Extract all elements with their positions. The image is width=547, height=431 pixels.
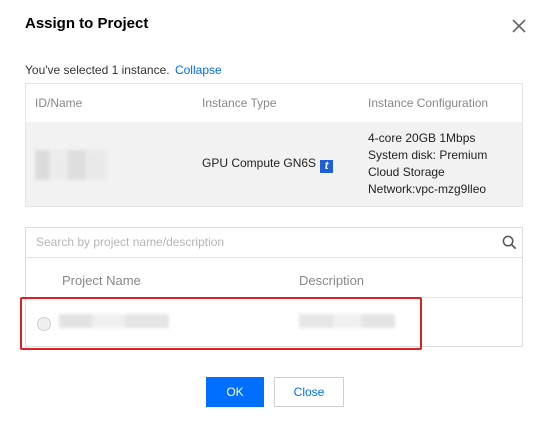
close-icon[interactable] bbox=[509, 16, 529, 36]
instance-table: ID/Name Instance Type Instance Configura… bbox=[25, 83, 523, 207]
instance-row: GPU Compute GN6S t 4-core 20GB 1Mbps Syst… bbox=[26, 122, 522, 206]
col-instance-config: Instance Configuration bbox=[368, 96, 489, 110]
instance-id-redacted bbox=[35, 150, 107, 180]
col-project-name: Project Name bbox=[62, 273, 141, 288]
config-line: Network:vpc-mzg9lleo bbox=[368, 182, 487, 196]
project-table-header: Project Name Description bbox=[26, 258, 522, 298]
selection-summary: You've selected 1 instance. Collapse bbox=[25, 63, 222, 77]
search-icon[interactable] bbox=[502, 235, 517, 250]
config-line: 4-core 20GB 1Mbps bbox=[368, 131, 476, 145]
collapse-link[interactable]: Collapse bbox=[175, 63, 222, 77]
project-search-row bbox=[26, 228, 522, 258]
assign-project-dialog: Assign to Project You've selected 1 inst… bbox=[0, 0, 547, 431]
ok-button[interactable]: OK bbox=[206, 377, 264, 407]
instance-badge-icon: t bbox=[320, 160, 334, 173]
project-search-input[interactable] bbox=[26, 228, 486, 256]
instance-type-text: GPU Compute GN6S bbox=[202, 156, 317, 170]
config-line: Cloud Storage bbox=[368, 165, 445, 179]
col-instance-type: Instance Type bbox=[202, 96, 277, 110]
instance-config-cell: 4-core 20GB 1Mbps System disk: Premium C… bbox=[368, 130, 487, 198]
dialog-title: Assign to Project bbox=[25, 15, 149, 32]
highlight-box bbox=[20, 297, 422, 350]
close-button[interactable]: Close bbox=[274, 377, 344, 407]
instance-type-cell: GPU Compute GN6S t bbox=[202, 156, 334, 173]
instance-table-header: ID/Name Instance Type Instance Configura… bbox=[26, 84, 522, 123]
config-line: System disk: Premium bbox=[368, 148, 488, 162]
col-id-name: ID/Name bbox=[35, 96, 83, 110]
col-description: Description bbox=[299, 273, 365, 288]
selection-text: You've selected 1 instance. bbox=[25, 63, 170, 77]
